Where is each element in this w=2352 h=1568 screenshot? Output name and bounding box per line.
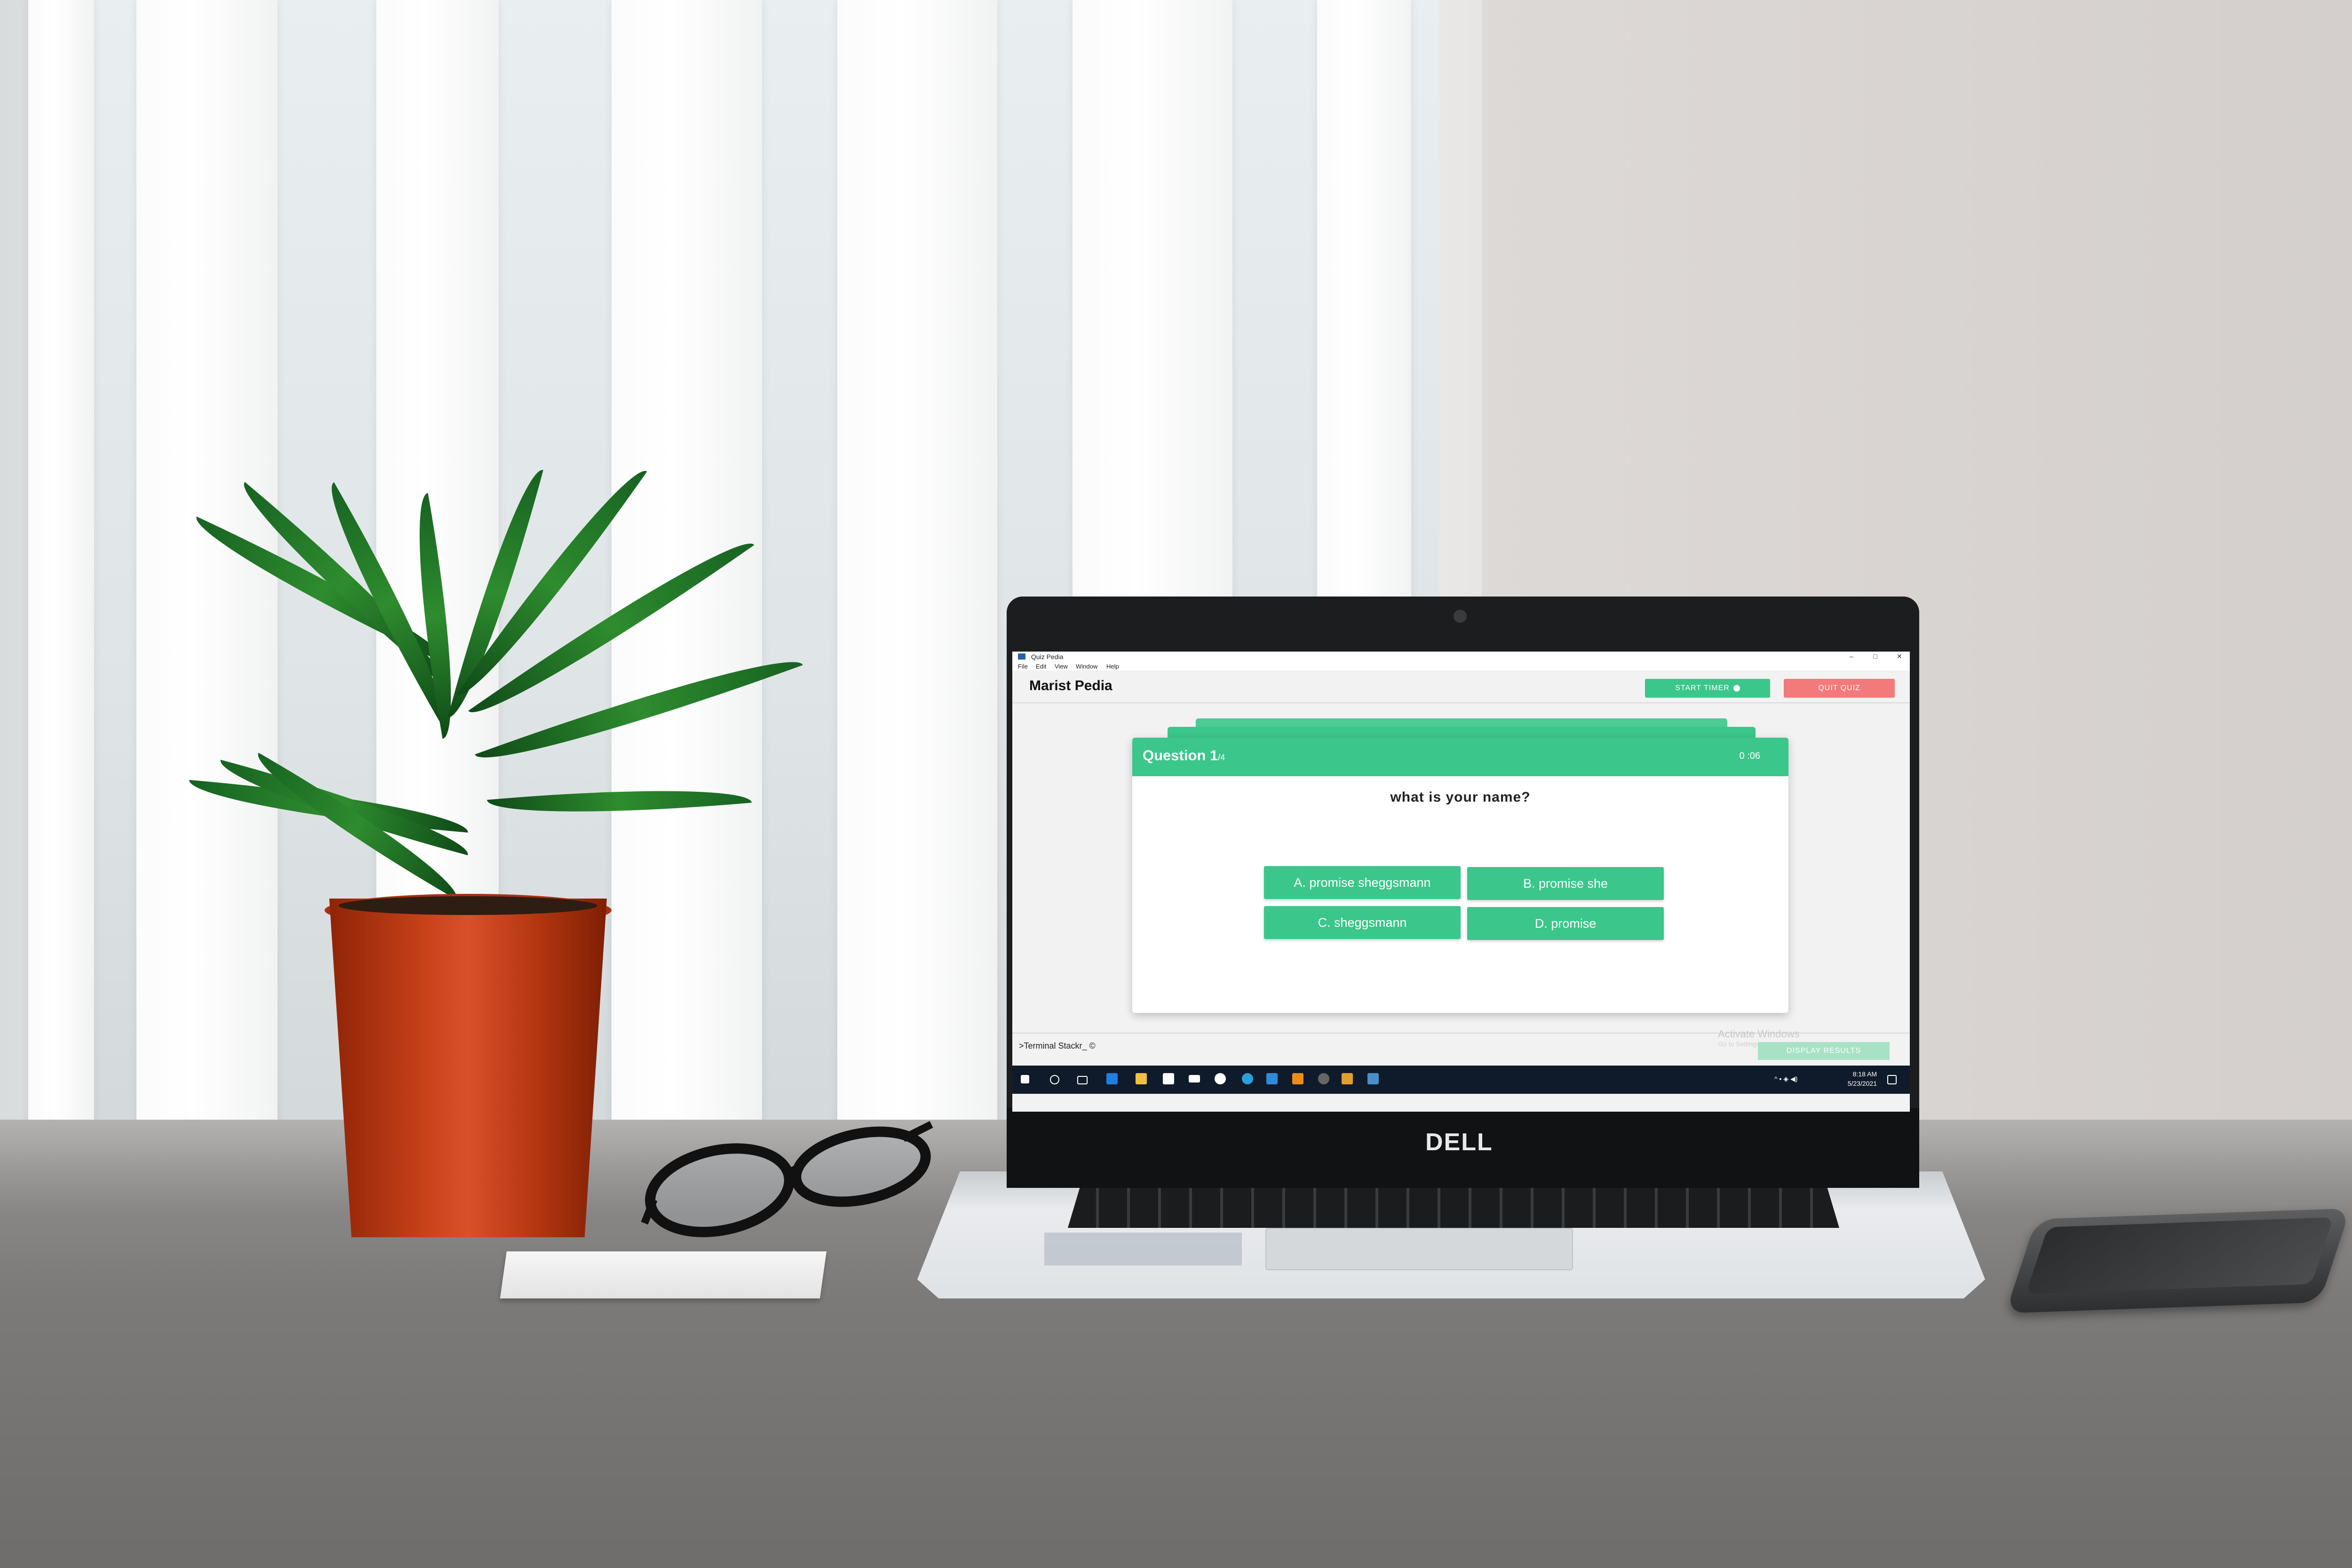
option-c-button[interactable]: C. sheggsmann	[1264, 906, 1461, 939]
browser-icon[interactable]	[1242, 1073, 1253, 1084]
desk-scene: DELL Quiz Pedia – □ ✕ File Edit View Win…	[0, 0, 2352, 1568]
app-icon[interactable]	[1342, 1073, 1353, 1084]
vertical-blind	[28, 0, 94, 1148]
settings-icon[interactable]	[1215, 1073, 1226, 1084]
question-card: Question 1/4 0 :06 what is your name? A.…	[1132, 738, 1788, 1013]
plant-pot	[329, 899, 607, 1237]
eyeglasses	[641, 1121, 933, 1237]
clock-icon	[1733, 685, 1740, 692]
question-label: Question 1	[1143, 747, 1218, 764]
window-titlebar: Quiz Pedia – □ ✕	[1012, 652, 1910, 662]
plant-soil	[339, 896, 597, 915]
start-timer-label: START TIMER	[1675, 684, 1730, 692]
menu-window[interactable]: Window	[1076, 663, 1097, 670]
minimize-button[interactable]: –	[1850, 653, 1853, 660]
option-a-button[interactable]: A. promise sheggsmann	[1264, 866, 1461, 899]
start-timer-button[interactable]: START TIMER	[1645, 679, 1770, 698]
question-timer: 0 :06	[1739, 751, 1760, 761]
quit-quiz-button[interactable]: QUIT QUIZ	[1784, 679, 1895, 698]
dell-logo: DELL	[1425, 1129, 1493, 1156]
menu-help[interactable]: Help	[1106, 663, 1119, 670]
menu-view[interactable]: View	[1055, 663, 1068, 670]
search-icon[interactable]	[1050, 1075, 1059, 1084]
question-text: what is your name?	[1390, 789, 1531, 805]
menu-bar: File Edit View Window Help	[1012, 662, 1910, 671]
window-title: Quiz Pedia	[1031, 653, 1064, 661]
clock-date: 5/23/2021	[1847, 1080, 1877, 1087]
app-header: Marist Pedia START TIMER QUIT QUIZ	[1012, 670, 1910, 703]
menu-edit[interactable]: Edit	[1036, 663, 1046, 670]
task-view-icon[interactable]	[1077, 1076, 1088, 1084]
laptop-touchpad	[1265, 1228, 1573, 1270]
option-b-button[interactable]: B. promise she	[1467, 867, 1664, 900]
taskbar-clock[interactable]: 8:18 AM 5/23/2021	[1848, 1069, 1877, 1088]
webcam	[1454, 610, 1467, 623]
laptop-screen: Quiz Pedia – □ ✕ File Edit View Window H…	[1012, 652, 1910, 1112]
close-button[interactable]: ✕	[1897, 653, 1902, 661]
notepad	[500, 1251, 827, 1298]
activate-windows-subtext: Go to Settings	[1718, 1040, 1760, 1048]
option-d-button[interactable]: D. promise	[1467, 907, 1664, 940]
vlc-icon[interactable]	[1292, 1073, 1303, 1084]
vertical-blind	[136, 0, 278, 1148]
status-bar: >Terminal Stackr_ © Activate Windows Go …	[1012, 1028, 1910, 1067]
file-explorer-icon[interactable]	[1136, 1073, 1147, 1084]
activate-windows-watermark: Activate Windows	[1718, 1028, 1800, 1040]
terminal-credit: >Terminal Stackr_ ©	[1019, 1041, 1096, 1051]
vertical-blind	[837, 0, 997, 1148]
system-tray-icons[interactable]: ^ ▪ ◈ ◀)	[1774, 1075, 1797, 1083]
smartphone	[2005, 1208, 2351, 1313]
vscode-icon[interactable]	[1266, 1073, 1278, 1084]
laptop-stickers	[1044, 1233, 1242, 1266]
notification-icon[interactable]	[1887, 1075, 1897, 1084]
display-results-button[interactable]: DISPLAY RESULTS	[1758, 1042, 1890, 1060]
question-card-header: Question 1/4 0 :06	[1132, 738, 1788, 776]
windows-taskbar: ^ ▪ ◈ ◀) 8:18 AM 5/23/2021	[1012, 1066, 1910, 1094]
windows-start-icon[interactable]	[1021, 1075, 1029, 1083]
question-number: Question 1/4	[1143, 747, 1225, 764]
brand-title: Marist Pedia	[1029, 678, 1112, 693]
menu-file[interactable]: File	[1018, 663, 1028, 670]
app-icon[interactable]	[1318, 1073, 1329, 1084]
maximize-button[interactable]: □	[1873, 653, 1877, 660]
question-count: /4	[1218, 753, 1225, 762]
app-icon[interactable]	[1367, 1073, 1379, 1084]
app-icon	[1018, 653, 1025, 660]
clock-time: 8:18 AM	[1852, 1070, 1877, 1078]
edge-icon[interactable]	[1106, 1073, 1118, 1084]
mail-icon[interactable]	[1189, 1075, 1200, 1082]
store-icon[interactable]	[1163, 1073, 1174, 1084]
